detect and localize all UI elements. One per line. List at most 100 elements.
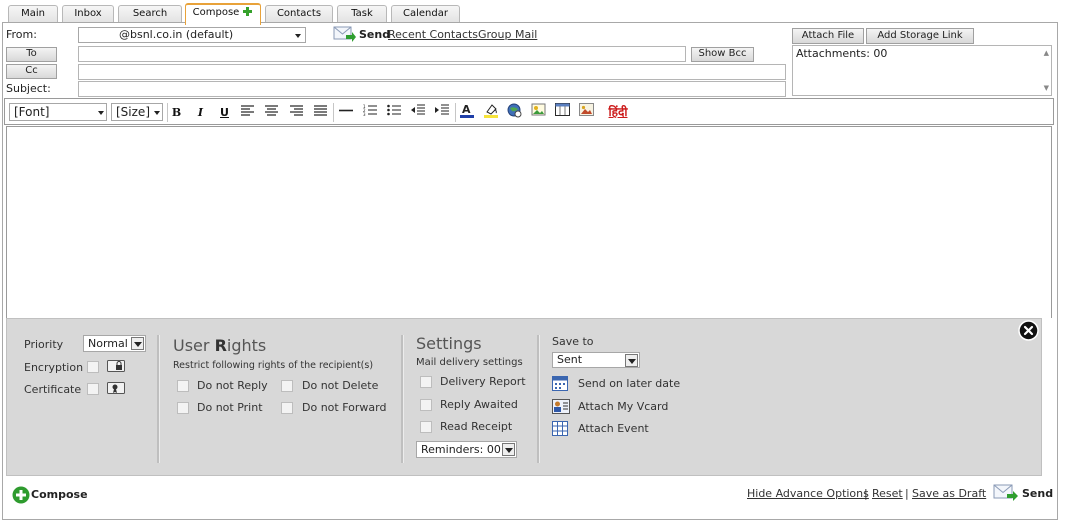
attach-file-button[interactable]: Attach File bbox=[792, 28, 864, 44]
send-button-top[interactable]: Send bbox=[359, 28, 390, 41]
tab-inbox[interactable]: Inbox bbox=[62, 5, 114, 23]
tab-main[interactable]: Main bbox=[8, 5, 58, 23]
save-to-select[interactable]: Sent bbox=[552, 352, 640, 368]
bullet-list-icon[interactable] bbox=[384, 103, 403, 122]
size-select[interactable]: [Size] bbox=[111, 103, 163, 121]
do-not-reply-checkbox[interactable] bbox=[177, 380, 189, 392]
font-select[interactable]: [Font] bbox=[9, 103, 107, 121]
tab-inbox-label: Inbox bbox=[74, 8, 102, 19]
highlight-color-icon[interactable] bbox=[481, 103, 500, 122]
user-rights-title: User Rights bbox=[173, 336, 266, 355]
delivery-report-checkbox[interactable] bbox=[420, 376, 432, 388]
svg-text:A: A bbox=[462, 103, 471, 116]
scroll-up-icon[interactable]: ▲ bbox=[1044, 49, 1049, 57]
indent-icon[interactable] bbox=[432, 103, 451, 122]
save-as-draft-link[interactable]: Save as Draft bbox=[912, 487, 986, 500]
bold-button[interactable]: B bbox=[167, 103, 186, 122]
send-envelope-icon[interactable] bbox=[333, 26, 357, 43]
insert-link-icon[interactable] bbox=[505, 103, 524, 122]
tab-calendar[interactable]: Calendar bbox=[391, 5, 460, 23]
do-not-forward-checkbox[interactable] bbox=[281, 402, 293, 414]
send-later-link[interactable]: Send on later date bbox=[578, 377, 680, 390]
cc-field[interactable] bbox=[78, 64, 786, 80]
from-select[interactable]: @bsnl.co.in (default) bbox=[78, 27, 306, 43]
tab-search[interactable]: Search bbox=[118, 5, 182, 23]
underline-button[interactable]: U bbox=[215, 103, 234, 122]
tab-calendar-label: Calendar bbox=[403, 8, 448, 19]
reminders-select[interactable]: Reminders: 00 bbox=[416, 441, 517, 458]
tab-task[interactable]: Task bbox=[337, 5, 387, 23]
chevron-down-icon bbox=[154, 111, 160, 115]
group-divider bbox=[537, 335, 540, 463]
calendar-icon bbox=[552, 376, 568, 391]
cc-button[interactable]: Cc bbox=[6, 64, 57, 79]
align-center-icon[interactable] bbox=[262, 103, 281, 122]
attachments-count: Attachments: 00 bbox=[796, 47, 888, 60]
hide-advance-options-link[interactable]: Hide Advance Options bbox=[747, 487, 869, 500]
do-not-reply-label: Do not Reply bbox=[197, 379, 268, 392]
recent-contacts-link[interactable]: Recent Contacts bbox=[388, 28, 478, 41]
to-field[interactable] bbox=[78, 46, 686, 62]
message-body-editor[interactable] bbox=[6, 126, 1052, 318]
compose-button-bottom[interactable]: Compose bbox=[31, 488, 88, 501]
tab-search-label: Search bbox=[132, 8, 168, 19]
subject-field[interactable] bbox=[78, 81, 786, 97]
horizontal-rule-icon[interactable] bbox=[336, 103, 355, 122]
attach-event-link[interactable]: Attach Event bbox=[578, 422, 649, 435]
formatting-toolbar: [Font] [Size] B I U 123 A हिंदी bbox=[4, 98, 1054, 125]
justify-icon[interactable] bbox=[311, 103, 330, 122]
scroll-down-icon[interactable]: ▼ bbox=[1044, 84, 1049, 92]
priority-select[interactable]: Normal bbox=[83, 335, 146, 352]
toolbar-divider bbox=[455, 103, 456, 122]
from-value: @bsnl.co.in (default) bbox=[119, 28, 234, 41]
user-rights-subtitle: Restrict following rights of the recipie… bbox=[173, 360, 374, 371]
settings-title: Settings bbox=[416, 334, 482, 353]
group-mail-link[interactable]: Group Mail bbox=[478, 28, 537, 41]
reply-awaited-checkbox[interactable] bbox=[420, 399, 432, 411]
group-divider bbox=[157, 335, 160, 463]
close-icon[interactable] bbox=[1018, 320, 1039, 341]
hindi-keyboard-button[interactable]: हिंदी bbox=[603, 103, 633, 122]
chevron-down-icon bbox=[625, 354, 638, 367]
attachments-box[interactable]: Attachments: 00 ▲ ▼ bbox=[792, 45, 1052, 96]
outdent-icon[interactable] bbox=[408, 103, 427, 122]
compose-plus-icon[interactable] bbox=[12, 486, 30, 504]
italic-button[interactable]: I bbox=[191, 103, 210, 122]
svg-text:3: 3 bbox=[363, 112, 366, 116]
insert-picture-icon[interactable] bbox=[577, 103, 596, 122]
do-not-print-label: Do not Print bbox=[197, 401, 263, 414]
encryption-checkbox[interactable] bbox=[87, 361, 99, 373]
align-right-icon[interactable] bbox=[287, 103, 306, 122]
do-not-print-checkbox[interactable] bbox=[177, 402, 189, 414]
reminders-value: Reminders: 00 bbox=[421, 443, 501, 456]
read-receipt-checkbox[interactable] bbox=[420, 421, 432, 433]
save-to-label: Save to bbox=[552, 335, 594, 348]
certificate-icon bbox=[107, 381, 125, 395]
lock-icon bbox=[107, 359, 125, 373]
show-bcc-button[interactable]: Show Bcc bbox=[691, 47, 754, 62]
user-rights-title-b: R bbox=[214, 336, 227, 355]
send-button-bottom[interactable]: Send bbox=[1022, 487, 1053, 500]
encryption-label: Encryption bbox=[24, 361, 84, 374]
reset-link[interactable]: Reset bbox=[872, 487, 903, 500]
tab-contacts[interactable]: Contacts bbox=[265, 5, 333, 23]
certificate-checkbox[interactable] bbox=[87, 383, 99, 395]
send-envelope-icon[interactable] bbox=[993, 484, 1019, 503]
text-color-icon[interactable]: A bbox=[457, 103, 476, 122]
delivery-report-label: Delivery Report bbox=[440, 375, 526, 388]
to-button[interactable]: To bbox=[6, 47, 57, 62]
do-not-delete-label: Do not Delete bbox=[302, 379, 379, 392]
tab-compose[interactable]: Compose bbox=[185, 3, 261, 25]
do-not-delete-checkbox[interactable] bbox=[281, 380, 293, 392]
add-storage-link-button[interactable]: Add Storage Link bbox=[866, 28, 974, 44]
insert-image-icon[interactable] bbox=[529, 103, 548, 122]
insert-table-icon[interactable] bbox=[553, 103, 572, 122]
group-divider bbox=[401, 335, 404, 463]
ordered-list-icon[interactable]: 123 bbox=[360, 103, 379, 122]
read-receipt-label: Read Receipt bbox=[440, 420, 513, 433]
subject-label: Subject: bbox=[6, 82, 51, 95]
tab-contacts-label: Contacts bbox=[276, 8, 322, 19]
align-left-icon[interactable] bbox=[238, 103, 257, 122]
attach-vcard-link[interactable]: Attach My Vcard bbox=[578, 400, 668, 413]
plus-icon bbox=[242, 6, 253, 17]
